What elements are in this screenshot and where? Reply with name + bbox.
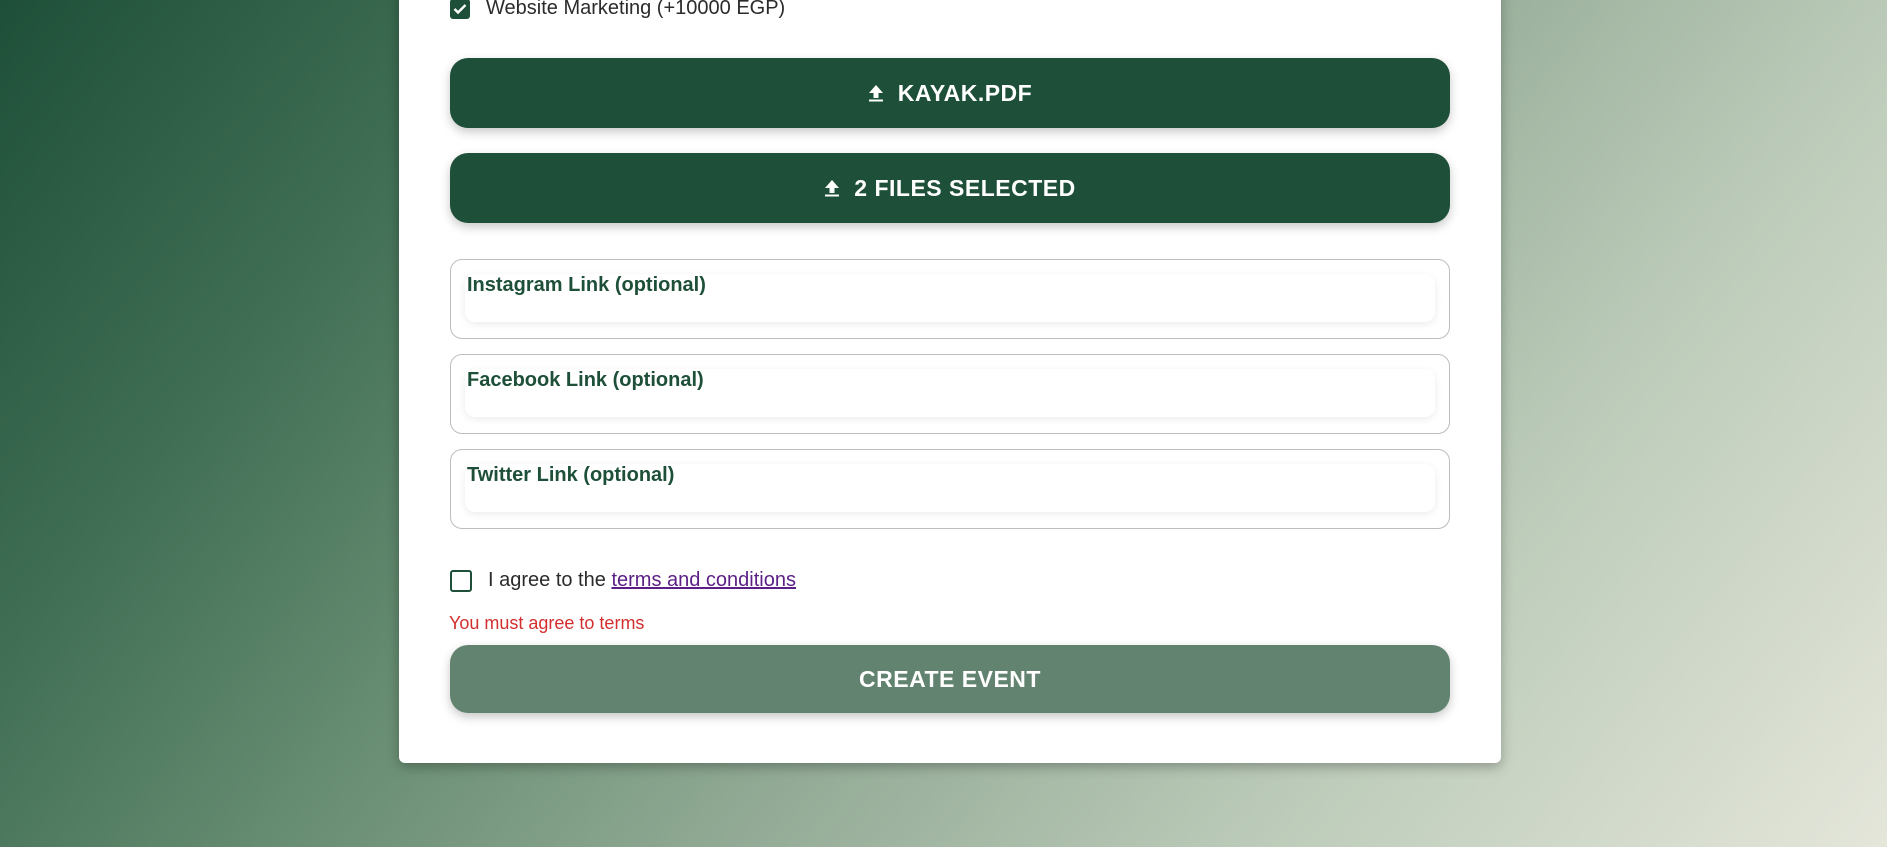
create-event-label: CREATE EVENT [859,665,1041,692]
create-event-button[interactable]: CREATE EVENT [450,645,1450,713]
upload-icon [825,180,840,197]
twitter-input[interactable] [465,464,1435,512]
facebook-input[interactable] [465,369,1435,417]
terms-prefix: I agree to the [488,569,606,591]
terms-error-message: You must agree to terms [449,613,645,633]
terms-row: I agree to the terms and conditions [450,569,796,592]
instagram-field: Instagram Link (optional) [450,259,1450,339]
marketing-option-label: Website Marketing (+10000 EGP) [486,0,786,19]
terms-link[interactable]: terms and conditions [611,569,796,591]
twitter-field: Twitter Link (optional) [450,449,1450,529]
upload-images-label: 2 FILES SELECTED [854,174,1076,201]
instagram-input[interactable] [465,274,1435,322]
upload-file-button[interactable]: KAYAK.PDF [450,58,1450,128]
marketing-checkbox[interactable] [450,0,470,19]
checkmark-icon [453,3,467,14]
upload-file-label: KAYAK.PDF [897,79,1033,106]
upload-images-button[interactable]: 2 FILES SELECTED [450,153,1450,223]
facebook-field: Facebook Link (optional) [450,354,1450,434]
upload-icon [868,85,883,102]
terms-checkbox[interactable] [450,569,472,592]
marketing-option-row[interactable]: Website Marketing (+10000 EGP) [450,0,785,20]
terms-label: I agree to the terms and conditions [488,569,796,592]
